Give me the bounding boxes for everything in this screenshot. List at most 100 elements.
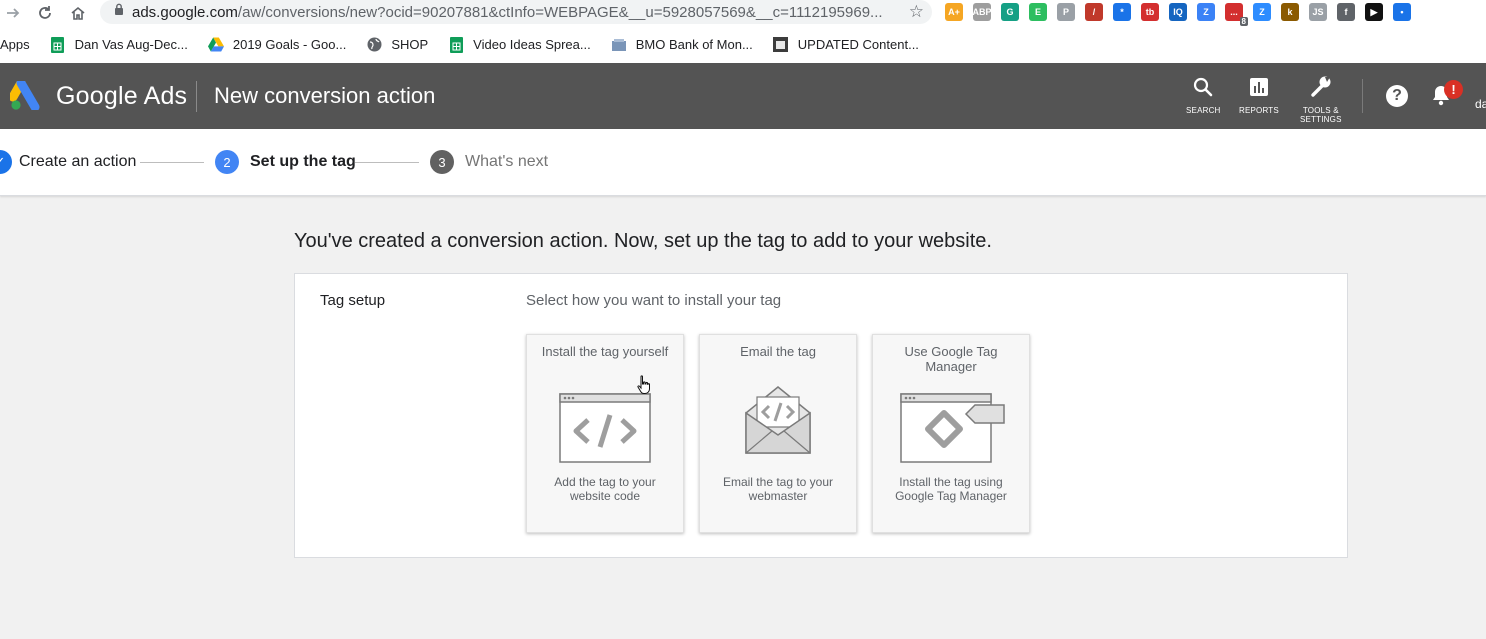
iq-ext-icon[interactable]: IQ xyxy=(1169,3,1187,21)
paint-ext-icon[interactable]: / xyxy=(1085,3,1103,21)
js-ext-icon[interactable]: JS xyxy=(1309,3,1327,21)
google-tag-manager-option[interactable]: Use Google Tag Manager Install the tag u… xyxy=(872,334,1030,533)
option-title: Install the tag yourself xyxy=(541,344,669,359)
apps-label: Apps xyxy=(0,37,30,52)
extension-glyph: ABP xyxy=(972,7,992,17)
tubebuddy-ext-icon[interactable]: tb xyxy=(1141,3,1159,21)
tag-setup-panel: Tag setup Select how you want to install… xyxy=(294,273,1348,558)
sheets-icon xyxy=(448,36,464,53)
tag-setup-label: Tag setup xyxy=(320,292,386,309)
zoom-ext-icon[interactable]: Z xyxy=(1253,3,1271,21)
extension-badge: 8 xyxy=(1239,17,1248,26)
bookmark-item[interactable]: 2019 Goals - Goo... xyxy=(207,37,347,53)
wrench-icon xyxy=(1309,75,1333,102)
lock-icon xyxy=(114,3,124,21)
bookmark-item[interactable]: Dan Vas Aug-Dec... xyxy=(50,36,188,53)
k-ext-icon[interactable]: k xyxy=(1281,3,1299,21)
bookmark-item[interactable]: Video Ideas Sprea... xyxy=(448,36,591,53)
extension-glyph: ... xyxy=(1230,7,1238,17)
address-bar[interactable]: ads.google.com/aw/conversions/new?ocid=9… xyxy=(100,0,932,24)
reports-icon xyxy=(1249,77,1269,102)
scout-ext-icon[interactable]: A+ xyxy=(945,3,963,21)
extension-glyph: * xyxy=(1120,7,1124,17)
bookmark-item[interactable]: UPDATED Content... xyxy=(773,37,919,53)
grammarly-ext-icon[interactable]: G xyxy=(1001,3,1019,21)
tools-label-line2: SETTINGS xyxy=(1300,115,1342,124)
progress-stepper: ✓ Create an action 2 Set up the tag 3 Wh… xyxy=(0,129,1486,196)
tag-manager-icon xyxy=(879,393,1029,463)
extension-glyph: Z xyxy=(1203,7,1209,17)
header-divider xyxy=(196,81,197,112)
extension-glyph: tb xyxy=(1145,7,1155,17)
bookmark-label: UPDATED Content... xyxy=(797,37,919,52)
browser-code-icon xyxy=(527,393,683,463)
extension-glyph: ▶ xyxy=(1370,6,1378,17)
search-label: SEARCH xyxy=(1186,106,1221,115)
bookmark-label: Dan Vas Aug-Dec... xyxy=(74,37,188,52)
step-label-set-up-tag: Set up the tag xyxy=(250,153,356,170)
google-ads-logo-icon[interactable] xyxy=(8,78,42,115)
adblock-ext-icon[interactable]: ABP xyxy=(972,3,992,21)
extension-glyph: k xyxy=(1287,7,1293,17)
home-icon[interactable] xyxy=(67,2,89,24)
envelope-code-icon xyxy=(700,383,856,455)
document-icon xyxy=(773,37,789,53)
step-done-check-icon[interactable]: ✓ xyxy=(0,150,12,174)
network-ext-icon[interactable]: * xyxy=(1113,3,1131,21)
step-connector xyxy=(140,162,204,163)
option-description: Install the tag using Google Tag Manager xyxy=(895,475,1007,503)
reports-button[interactable]: REPORTS xyxy=(1239,77,1279,115)
account-text[interactable]: da xyxy=(1475,97,1486,111)
sheets-icon xyxy=(50,36,66,53)
reports-label: REPORTS xyxy=(1239,106,1279,115)
email-tag-option[interactable]: Email the tag Email the tag to your webm… xyxy=(699,334,857,533)
tools-label-line1: TOOLS & xyxy=(1302,106,1339,115)
ads-header: Google Ads New conversion action SEARCH … xyxy=(0,63,1486,129)
tools-label: TOOLS & SETTINGS xyxy=(1300,106,1342,124)
option-title: Email the tag xyxy=(740,344,816,359)
bookmark-item[interactable]: BMO Bank of Mon... xyxy=(611,37,753,53)
bookmark-star-icon[interactable]: ☆ xyxy=(909,2,924,22)
search-button[interactable]: SEARCH xyxy=(1186,77,1221,115)
url-host: ads.google.com xyxy=(132,3,238,21)
extension-glyph: E xyxy=(1034,7,1041,17)
forward-icon[interactable] xyxy=(2,2,24,24)
photo-ext-icon[interactable]: P xyxy=(1057,3,1075,21)
header-separator xyxy=(1362,79,1363,113)
browser-toolbar: ads.google.com/aw/conversions/new?ocid=9… xyxy=(0,0,1486,26)
step-label-create-action[interactable]: Create an action xyxy=(19,153,136,171)
bookmark-label: 2019 Goals - Goo... xyxy=(232,37,347,52)
extension-glyph: P xyxy=(1062,7,1069,17)
evernote-ext-icon[interactable]: E xyxy=(1029,3,1047,21)
option-title: Use Google Tag Manager xyxy=(904,344,998,374)
extension-glyph: / xyxy=(1092,7,1096,17)
search-icon xyxy=(1193,77,1213,102)
extension-glyph: G xyxy=(1006,7,1014,17)
url-path: /aw/conversions/new?ocid=90207881&ctInfo… xyxy=(237,3,883,21)
hand-cursor-icon xyxy=(636,375,652,400)
bookmark-apps[interactable]: Apps xyxy=(0,37,30,52)
globe-icon xyxy=(366,37,382,53)
brand-name[interactable]: Google Ads xyxy=(56,82,187,111)
extension-glyph: Z xyxy=(1259,7,1265,17)
person-ext-icon[interactable]: • xyxy=(1393,3,1411,21)
step-connector xyxy=(355,162,419,163)
bookmark-item[interactable]: SHOP xyxy=(366,37,428,53)
extensions-bar: A+ ABP G E P / * tb IQ Z... 8 Zk JS f ▶ • xyxy=(945,3,1411,26)
bookmark-label: BMO Bank of Mon... xyxy=(635,37,753,52)
play-ext-icon[interactable]: ▶ xyxy=(1365,3,1383,21)
extension-glyph: JS xyxy=(1312,7,1324,17)
bookmark-label: Video Ideas Sprea... xyxy=(473,37,591,52)
page-title: New conversion action xyxy=(214,83,436,108)
step-number-pending: 3 xyxy=(430,150,454,174)
reload-icon[interactable] xyxy=(34,2,56,24)
bookmark-label: SHOP xyxy=(391,37,429,52)
todo-ext-icon[interactable]: ... 8 xyxy=(1225,3,1248,26)
z-ext-icon[interactable]: Z xyxy=(1197,3,1215,21)
help-icon[interactable]: ? xyxy=(1386,85,1408,107)
install-tag-yourself-option[interactable]: Install the tag yourself Add the tag to … xyxy=(526,334,684,533)
extension-glyph: f xyxy=(1344,7,1348,17)
tools-settings-button[interactable]: TOOLS & SETTINGS xyxy=(1300,75,1342,124)
option-description: Add the tag to your website code xyxy=(554,475,656,503)
circle-ext-icon[interactable]: f xyxy=(1337,3,1355,21)
